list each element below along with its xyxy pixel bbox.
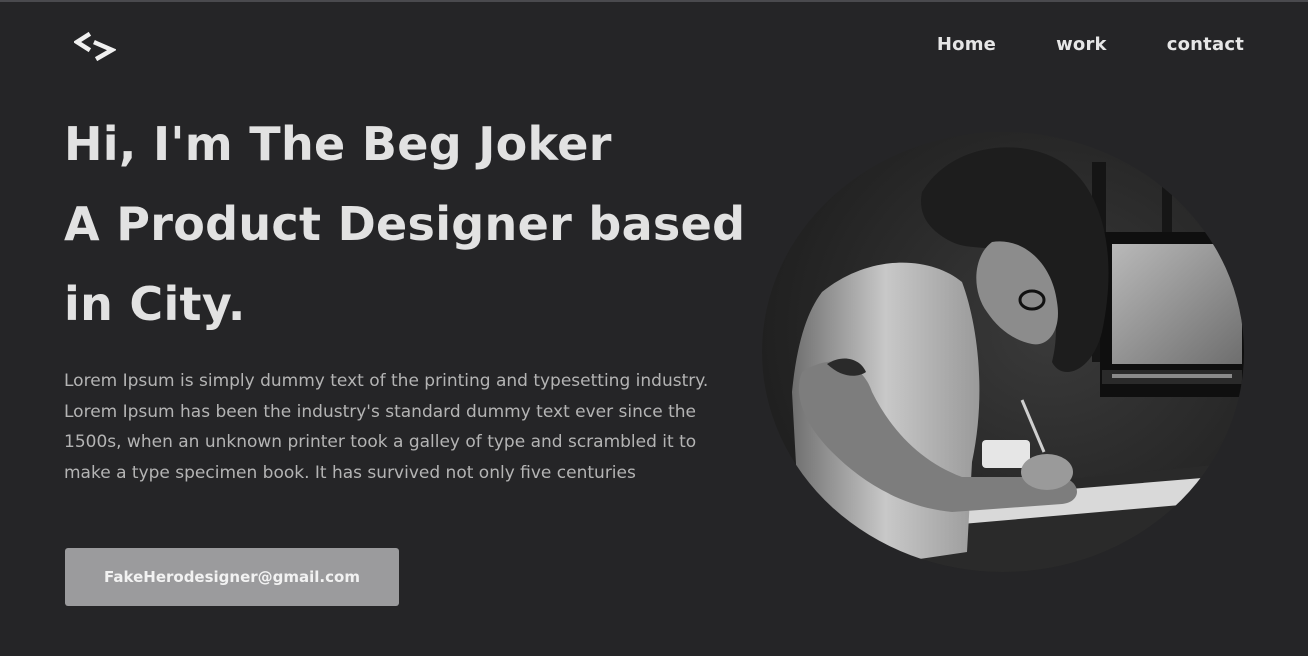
hero-title-line-2: A Product Designer based in City. — [64, 197, 746, 331]
nav-home-link[interactable]: Home — [937, 34, 996, 55]
hero-title: Hi, I'm The Beg Joker A Product Designer… — [64, 104, 764, 344]
main-nav: Home work contact — [937, 34, 1244, 55]
email-button[interactable]: FakeHerodesigner@gmail.com — [65, 548, 399, 606]
nav-work-link[interactable]: work — [1056, 34, 1107, 55]
nav-contact-link[interactable]: contact — [1167, 34, 1244, 55]
hero-title-line-1: Hi, I'm The Beg Joker — [64, 117, 612, 171]
window-top-edge — [0, 0, 1308, 2]
portrait-photo — [762, 132, 1244, 572]
hero-description: Lorem Ipsum is simply dummy text of the … — [64, 371, 709, 483]
code-brackets-icon[interactable] — [74, 30, 116, 62]
